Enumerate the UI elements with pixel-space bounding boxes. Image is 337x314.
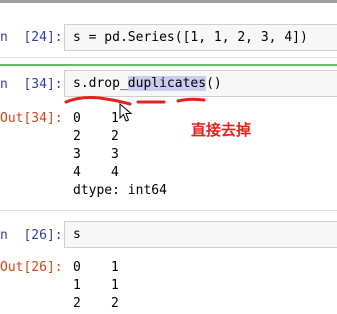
output-value: 2: [111, 296, 119, 311]
output-index: 0: [73, 111, 81, 126]
code-input[interactable]: s: [64, 221, 337, 248]
output-index: 3: [73, 147, 81, 162]
output-dtype: dtype: int64: [73, 183, 167, 198]
output-prompt: Out[26]:: [0, 260, 63, 275]
output-prompt: Out[34]:: [0, 111, 63, 126]
input-prompt: n [34]:: [0, 77, 63, 92]
output-value: 1: [111, 260, 119, 275]
window-top-border: [0, 0, 337, 3]
input-prompt: n [26]:: [0, 228, 63, 243]
code-text[interactable]: s = pd.Series([1, 1, 2, 3, 4]): [73, 30, 308, 45]
code-highlight: duplicates: [127, 76, 207, 91]
output-index: 2: [73, 296, 81, 311]
output-index: 2: [73, 129, 81, 144]
code-prefix: s.drop_: [73, 76, 128, 91]
code-input[interactable]: s = pd.Series([1, 1, 2, 3, 4]): [64, 24, 337, 51]
cell-separator: [0, 210, 337, 211]
output-index: 0: [73, 260, 81, 275]
output-value: 4: [111, 165, 119, 180]
mouse-cursor-icon: [119, 103, 133, 122]
output-index: 1: [73, 278, 81, 293]
output-value: 3: [111, 147, 119, 162]
annotation-text: 直接去掉: [191, 121, 252, 139]
selected-cell-indicator: [0, 64, 337, 66]
output-value: 2: [111, 129, 119, 144]
output-value: 1: [111, 278, 119, 293]
output-value: 1: [111, 111, 119, 126]
input-prompt: n [24]:: [0, 30, 63, 45]
output-index: 4: [73, 165, 81, 180]
code-text[interactable]: s: [73, 227, 81, 242]
cell-separator: [0, 57, 337, 58]
code-suffix: (): [206, 76, 222, 91]
code-text[interactable]: s.drop_duplicates(): [73, 76, 222, 91]
red-underline-annotation: [64, 96, 206, 106]
